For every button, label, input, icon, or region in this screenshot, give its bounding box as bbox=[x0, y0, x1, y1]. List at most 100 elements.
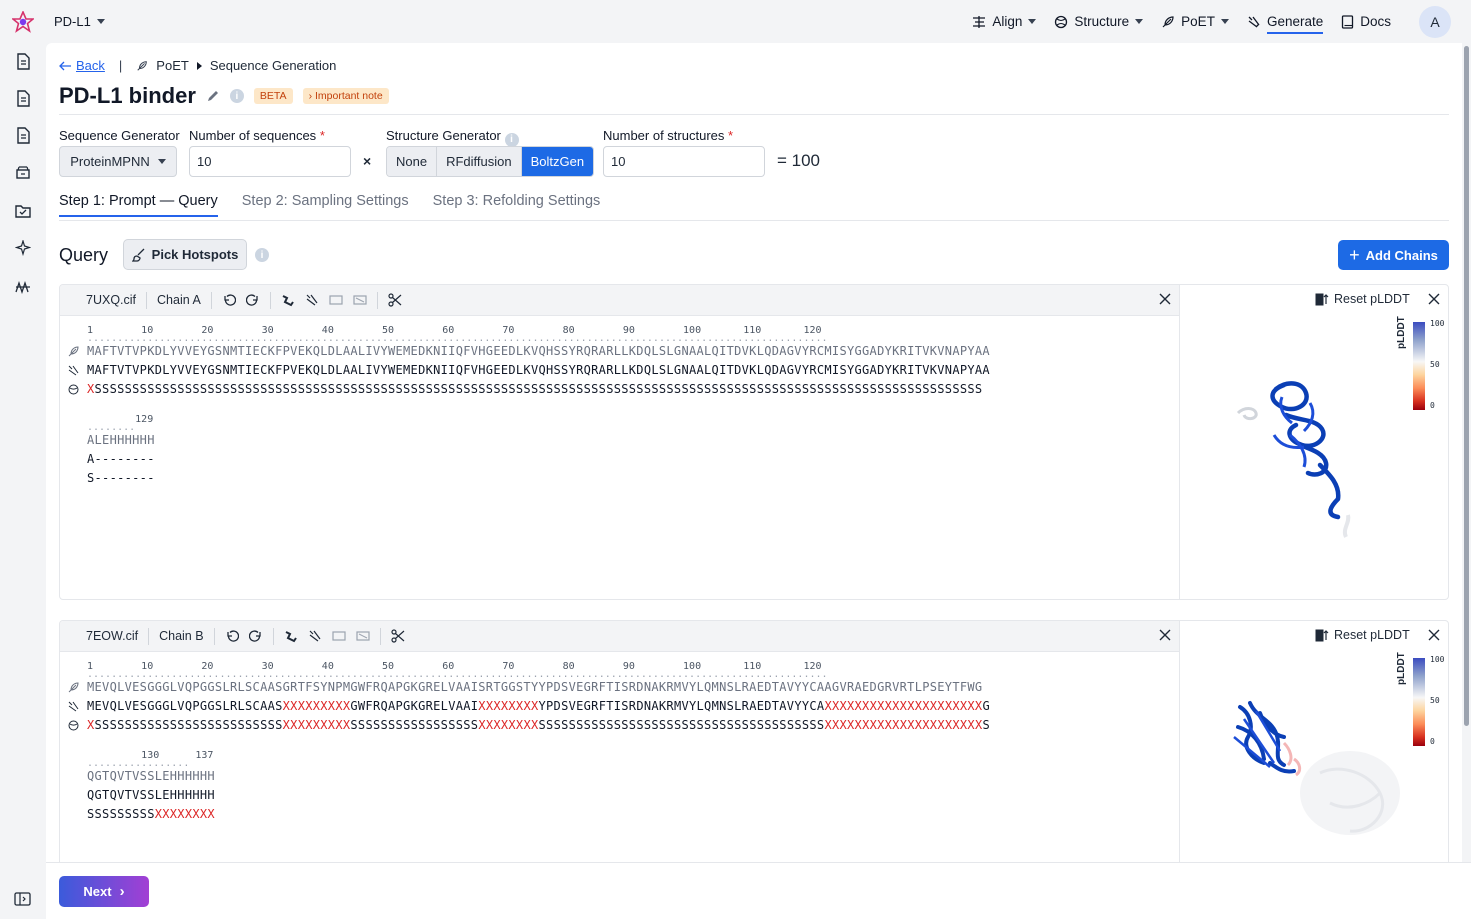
nav-align-label: Align bbox=[992, 14, 1023, 29]
left-rail bbox=[0, 43, 46, 919]
back-link[interactable]: Back bbox=[59, 58, 105, 73]
design-sequence[interactable]: MAFTVTVPKDLYVVEYGSNMTIECKFPVEKQLDLAALIVY… bbox=[87, 363, 990, 377]
sequence-generator-value: ProteinMPNN bbox=[70, 154, 150, 169]
chain-id[interactable]: Chain A bbox=[147, 291, 212, 309]
nav-align[interactable]: Align bbox=[972, 0, 1037, 43]
chain-file-name: 7UXQ.cif bbox=[60, 291, 148, 309]
structure-viewer[interactable]: Reset pLDDT pLDDT 100 50 0 bbox=[1179, 621, 1448, 862]
chevron-down-icon bbox=[1220, 19, 1229, 24]
fill-structure-icon[interactable] bbox=[284, 629, 298, 643]
breadcrumb-parent[interactable]: PoET bbox=[156, 58, 189, 73]
pick-hotspots-button[interactable]: Pick Hotspots bbox=[123, 239, 247, 270]
collapse-sidebar-icon[interactable] bbox=[14, 892, 31, 909]
chain-card: 7UXQ.cif Chain A 1 10 20 30 40 50 60 70 … bbox=[59, 284, 1449, 600]
close-chain-icon[interactable] bbox=[1159, 293, 1171, 308]
pencil-icon[interactable] bbox=[206, 89, 220, 103]
reset-plddt-button[interactable]: Reset pLDDT bbox=[1315, 628, 1410, 642]
app-logo-icon[interactable] bbox=[0, 0, 46, 43]
close-viewer-icon[interactable] bbox=[1428, 629, 1440, 644]
tab-step-1[interactable]: Step 1: Prompt — Query bbox=[59, 193, 218, 217]
structure-sequence-tail[interactable]: SSSSSSSSSXXXXXXXX bbox=[87, 807, 215, 821]
add-chains-button[interactable]: + Add Chains bbox=[1338, 240, 1449, 270]
tab-step-3[interactable]: Step 3: Refolding Settings bbox=[433, 193, 601, 217]
struct-option-none[interactable]: None bbox=[387, 147, 438, 176]
user-avatar[interactable]: A bbox=[1419, 5, 1451, 38]
struct-option-rfdiffusion[interactable]: RFdiffusion bbox=[437, 147, 522, 176]
num-structures-input[interactable]: 10 bbox=[603, 146, 765, 177]
design-sequence[interactable]: MEVQLVESGGGLVQPGGSLRLSCAASXXXXXXXXXGWFRQ… bbox=[87, 699, 990, 713]
page-scrollbar[interactable] bbox=[1464, 46, 1469, 726]
beta-badge: BETA bbox=[253, 88, 293, 104]
fill-structure-icon[interactable] bbox=[281, 293, 295, 307]
redo-icon[interactable] bbox=[245, 293, 260, 307]
breadcrumb-divider: | bbox=[118, 58, 123, 73]
close-chain-icon[interactable] bbox=[1159, 629, 1171, 644]
project-selector[interactable]: PD-L1 bbox=[54, 14, 105, 29]
mask-icon[interactable] bbox=[329, 293, 343, 307]
pick-hotspots-label: Pick Hotspots bbox=[151, 247, 239, 262]
nav-structure[interactable]: Structure bbox=[1054, 0, 1144, 43]
reset-plddt-button[interactable]: Reset pLDDT bbox=[1315, 292, 1410, 306]
breadcrumb-current: Sequence Generation bbox=[209, 58, 337, 73]
document-icon[interactable] bbox=[14, 52, 32, 70]
sequence-area: 1 10 20 30 40 50 60 70 80 90 100 110 120… bbox=[60, 316, 1179, 599]
important-note-toggle[interactable]: › Important note bbox=[302, 88, 389, 104]
info-icon[interactable]: i bbox=[255, 248, 269, 262]
scissors-icon[interactable] bbox=[388, 293, 402, 307]
chevron-down-icon bbox=[1028, 19, 1037, 24]
nav-docs[interactable]: Docs bbox=[1341, 0, 1391, 43]
info-icon[interactable]: i bbox=[229, 89, 244, 103]
num-sequences-input[interactable]: 10 bbox=[189, 146, 351, 177]
design-structure-icon[interactable] bbox=[305, 293, 319, 307]
paintbrush-icon bbox=[131, 248, 145, 262]
protein-structure-render bbox=[1233, 701, 1400, 835]
template-sequence[interactable]: MAFTVTVPKDLYVVEYGSNMTIECKFPVEKQLDLAALIVY… bbox=[87, 344, 990, 358]
nav-poet[interactable]: PoET bbox=[1161, 0, 1229, 43]
scissors-icon[interactable] bbox=[390, 629, 405, 643]
template-sequence-tail[interactable]: QGTQVTVSSLEHHHHHH bbox=[87, 769, 215, 783]
archive-icon[interactable] bbox=[14, 163, 32, 181]
document-icon[interactable] bbox=[14, 126, 32, 144]
unmask-icon[interactable] bbox=[355, 629, 370, 643]
close-viewer-icon[interactable] bbox=[1428, 293, 1440, 308]
folder-check-icon[interactable] bbox=[14, 202, 32, 220]
document-icon[interactable] bbox=[14, 89, 32, 107]
structure-viewer[interactable]: Reset pLDDT pLDDT 100 50 0 bbox=[1179, 285, 1448, 599]
divider bbox=[59, 114, 1449, 115]
template-sequence-tail[interactable]: ALEHHHHHH bbox=[87, 433, 155, 447]
tab-step-2[interactable]: Step 2: Sampling Settings bbox=[242, 193, 409, 217]
structure-sequence[interactable]: XSSSSSSSSSSSSSSSSSSSSSSSSSSSSSSSSSSSSSSS… bbox=[87, 382, 982, 396]
mask-icon[interactable] bbox=[331, 629, 346, 643]
design-sequence-tail[interactable]: QGTQVTVSSLEHHHHHH bbox=[87, 788, 215, 802]
structure-icon bbox=[1055, 15, 1068, 28]
unmask-icon[interactable] bbox=[353, 293, 367, 307]
structure-sequence-tail[interactable]: S-------- bbox=[87, 471, 155, 485]
seq-generator-label: Sequence Generator bbox=[59, 128, 180, 143]
chevron-down-icon bbox=[1135, 19, 1144, 24]
structure-sequence[interactable]: XSSSSSSSSSSSSSSSSSSSSSSSSSXXXXXXXXXSSSSS… bbox=[87, 718, 990, 732]
nav-generate[interactable]: Generate bbox=[1247, 0, 1324, 43]
structure-row-icon bbox=[68, 720, 79, 731]
chain-toolbar: 7UXQ.cif Chain A bbox=[60, 285, 1179, 316]
undo-icon[interactable] bbox=[222, 293, 236, 307]
sequence-generator-select[interactable]: ProteinMPNN bbox=[59, 146, 177, 177]
next-label: Next bbox=[83, 884, 112, 899]
step-tabs: Step 1: Prompt — Query Step 2: Sampling … bbox=[59, 193, 600, 217]
info-icon[interactable]: i bbox=[504, 132, 519, 147]
chain-id[interactable]: Chain B bbox=[149, 627, 215, 645]
struct-option-boltzgen[interactable]: BoltzGen bbox=[521, 147, 594, 176]
template-row-icon bbox=[68, 346, 79, 357]
sparkle-icon[interactable] bbox=[14, 239, 32, 257]
template-sequence[interactable]: MEVQLVESGGGLVQPGGSLRLSCAASGRTFSYNPMGWFRQ… bbox=[87, 680, 982, 694]
design-sequence-tail[interactable]: A-------- bbox=[87, 452, 155, 466]
chart-icon[interactable] bbox=[14, 278, 32, 296]
title-row: PD-L1 binder i BETA › Important note bbox=[59, 83, 389, 109]
redo-icon[interactable] bbox=[248, 629, 263, 643]
undo-icon[interactable] bbox=[225, 629, 239, 643]
next-button[interactable]: Next › bbox=[59, 876, 149, 907]
nav-poet-label: PoET bbox=[1181, 14, 1215, 29]
tail-dots: ........ bbox=[87, 422, 136, 433]
design-structure-icon[interactable] bbox=[308, 629, 322, 643]
nav-docs-label: Docs bbox=[1360, 14, 1391, 29]
tail-dots: ................. bbox=[87, 758, 190, 769]
